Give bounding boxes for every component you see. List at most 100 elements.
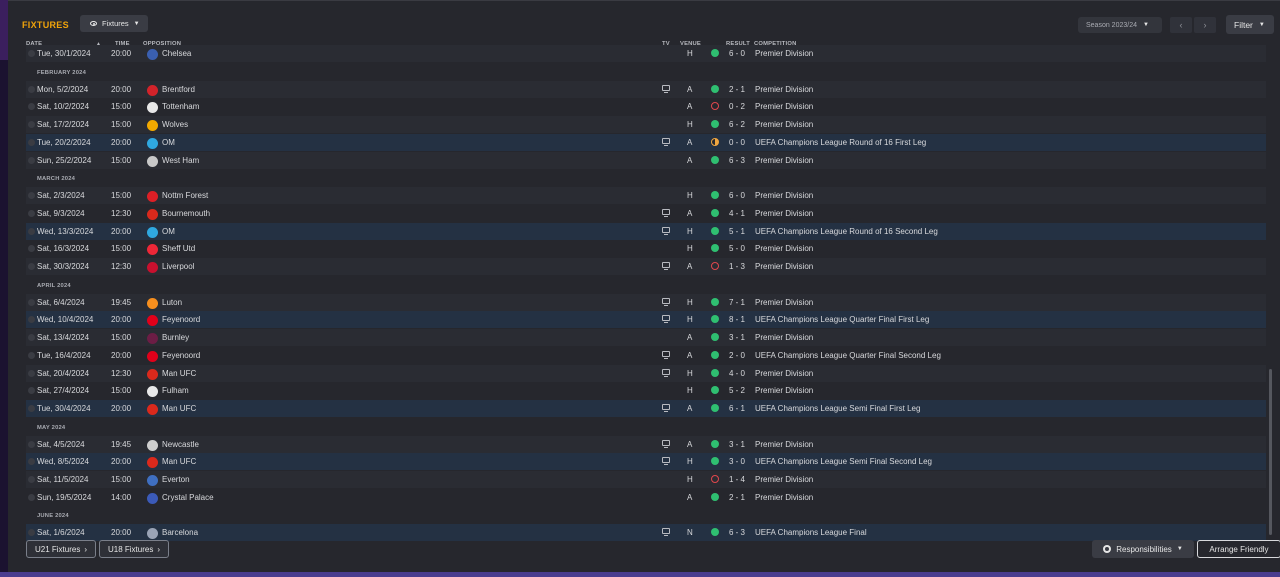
fixture-competition[interactable]: UEFA Champions League Round of 16 First … [755,138,926,147]
fixture-competition[interactable]: Premier Division [755,209,813,218]
fixture-row[interactable]: Sat, 2/3/2024 15:00 Nottm Forest H 6 - 0 Prem… [26,187,1266,205]
fixture-score[interactable]: 6 - 0 [729,191,745,200]
fixture-competition[interactable]: Premier Division [755,298,813,307]
fixture-score[interactable]: 6 - 3 [729,156,745,165]
fixture-opposition[interactable]: Feyenoord [162,351,200,360]
fixture-score[interactable]: 5 - 0 [729,244,745,253]
fixture-row[interactable]: Sat, 9/3/2024 12:30 Bournemouth A 4 - 1 Premi… [26,205,1266,222]
row-select-dot[interactable] [28,103,35,111]
fixture-row[interactable]: Sat, 16/3/2024 15:00 Sheff Utd H 5 - 0 Premie… [26,240,1266,257]
fixture-score[interactable]: 6 - 2 [729,120,745,129]
season-dropdown[interactable]: Season 2023/24 ▼ [1078,17,1162,33]
fixture-opposition[interactable]: Man UFC [162,404,196,413]
fixture-competition[interactable]: UEFA Champions League Quarter Final Firs… [755,315,929,324]
fixture-opposition[interactable]: Sheff Utd [162,244,195,253]
fixture-competition[interactable]: Premier Division [755,333,813,342]
fixture-score[interactable]: 3 - 0 [729,457,745,466]
fixture-row[interactable]: Sat, 1/6/2024 20:00 Barcelona N 6 - 3 UEFA Ch… [26,524,1266,541]
row-select-dot[interactable] [28,192,35,200]
row-select-dot[interactable] [28,387,35,395]
row-select-dot[interactable] [28,50,35,57]
fixture-row[interactable]: Tue, 20/2/2024 20:00 OM A 0 - 0 UEFA Champion… [26,133,1266,151]
row-select-dot[interactable] [28,529,35,537]
row-select-dot[interactable] [28,138,35,146]
fixture-row[interactable]: Sun, 19/5/2024 14:00 Crystal Palace A 2 - 1 P… [26,489,1266,506]
fixture-row[interactable]: Sat, 20/4/2024 12:30 Man UFC H 4 - 0 Premier … [26,364,1266,382]
fixture-score[interactable]: 7 - 1 [729,298,745,307]
fixture-competition[interactable]: UEFA Champions League Semi Final First L… [755,404,920,413]
fixture-score[interactable]: 6 - 1 [729,404,745,413]
fixture-score[interactable]: 4 - 1 [729,209,745,218]
previous-season-button[interactable]: ‹ [1170,17,1192,33]
fixture-row[interactable]: Tue, 30/1/2024 20:00 Chelsea H 6 - 0 Premier … [26,45,1266,62]
fixture-score[interactable]: 2 - 1 [729,85,745,94]
row-select-dot[interactable] [28,351,35,359]
fixture-opposition[interactable]: Man UFC [162,369,196,378]
row-select-dot[interactable] [28,404,35,412]
fixture-opposition[interactable]: OM [162,227,175,236]
fixture-opposition[interactable]: Liverpool [162,262,194,271]
next-season-button[interactable]: › [1194,17,1216,33]
fixture-opposition[interactable]: Bournemouth [162,209,210,218]
fixture-opposition[interactable]: Tottenham [162,102,199,111]
fixture-opposition[interactable]: Feyenoord [162,315,200,324]
fixture-row[interactable]: Sun, 25/2/2024 15:00 West Ham A 6 - 3 Premier… [26,151,1266,169]
fixture-competition[interactable]: Premier Division [755,262,813,271]
fixture-score[interactable]: 3 - 1 [729,440,745,449]
row-select-dot[interactable] [28,458,35,466]
fixture-competition[interactable]: Premier Division [755,475,813,484]
fixture-row[interactable]: Sat, 11/5/2024 15:00 Everton H 1 - 4 Premier … [26,471,1266,488]
fixture-row[interactable]: Sat, 13/4/2024 15:00 Burnley A 3 - 1 Premier … [26,329,1266,347]
row-select-dot[interactable] [28,263,35,270]
fixture-row[interactable]: Sat, 27/4/2024 15:00 Fulham H 5 - 2 Premier D… [26,382,1266,399]
fixture-score[interactable]: 5 - 2 [729,386,745,395]
fixture-opposition[interactable]: Chelsea [162,49,191,58]
row-select-dot[interactable] [28,334,35,342]
fixture-competition[interactable]: Premier Division [755,386,813,395]
scrollbar-thumb[interactable] [1269,369,1272,535]
u21-fixtures-button[interactable]: U21 Fixtures › [26,540,96,558]
fixture-opposition[interactable]: Brentford [162,85,195,94]
fixture-score[interactable]: 1 - 3 [729,262,745,271]
fixture-opposition[interactable]: Wolves [162,120,188,129]
fixture-competition[interactable]: Premier Division [755,156,813,165]
fixture-competition[interactable]: Premier Division [755,102,813,111]
fixture-row[interactable]: Sat, 10/2/2024 15:00 Tottenham A 0 - 2 Premie… [26,98,1266,115]
fixture-competition[interactable]: Premier Division [755,85,813,94]
fixture-row[interactable]: Tue, 16/4/2024 20:00 Feyenoord A 2 - 0 UEFA C… [26,347,1266,364]
fixture-row[interactable]: Tue, 30/4/2024 20:00 Man UFC A 6 - 1 UEFA Cha… [26,399,1266,417]
fixture-competition[interactable]: Premier Division [755,493,813,502]
fixture-competition[interactable]: UEFA Champions League Final [755,528,867,537]
fixture-competition[interactable]: Premier Division [755,191,813,200]
fixture-row[interactable]: Sat, 30/3/2024 12:30 Liverpool A 1 - 3 Premie… [26,258,1266,275]
row-select-dot[interactable] [28,227,35,235]
fixture-row[interactable]: Mon, 5/2/2024 20:00 Brentford A 2 - 1 Premier… [26,80,1266,98]
row-select-dot[interactable] [28,316,35,324]
arrange-friendly-button[interactable]: Arrange Friendly [1197,540,1280,558]
fixture-opposition[interactable]: West Ham [162,156,199,165]
fixture-row[interactable]: Sat, 4/5/2024 19:45 Newcastle A 3 - 1 Premier… [26,435,1266,453]
fixture-opposition[interactable]: OM [162,138,175,147]
responsibilities-button[interactable]: Responsibilities ▼ [1092,540,1194,558]
row-select-dot[interactable] [28,298,35,306]
fixture-row[interactable]: Sat, 17/2/2024 15:00 Wolves H 6 - 2 Premier D… [26,116,1266,134]
fixture-opposition[interactable]: Barcelona [162,528,198,537]
fixture-competition[interactable]: UEFA Champions League Semi Final Second … [755,457,932,466]
fixture-row[interactable]: Wed, 10/4/2024 20:00 Feyenoord H 8 - 1 UEFA C… [26,311,1266,329]
row-select-dot[interactable] [28,85,35,93]
fixture-competition[interactable]: Premier Division [755,244,813,253]
row-select-dot[interactable] [28,440,35,448]
fixture-row[interactable]: Wed, 8/5/2024 20:00 Man UFC H 3 - 0 UEFA Cham… [26,453,1266,471]
fixture-score[interactable]: 8 - 1 [729,315,745,324]
fixture-score[interactable]: 1 - 4 [729,475,745,484]
fixture-opposition[interactable]: Fulham [162,386,189,395]
filter-button[interactable]: Filter ▼ [1226,15,1274,34]
fixture-score[interactable]: 2 - 0 [729,351,745,360]
u18-fixtures-button[interactable]: U18 Fixtures › [99,540,169,558]
row-select-dot[interactable] [28,476,35,483]
fixture-score[interactable]: 5 - 1 [729,227,745,236]
fixture-opposition[interactable]: Nottm Forest [162,191,208,200]
fixture-score[interactable]: 6 - 3 [729,528,745,537]
fixture-opposition[interactable]: Man UFC [162,457,196,466]
fixture-score[interactable]: 6 - 0 [729,49,745,58]
